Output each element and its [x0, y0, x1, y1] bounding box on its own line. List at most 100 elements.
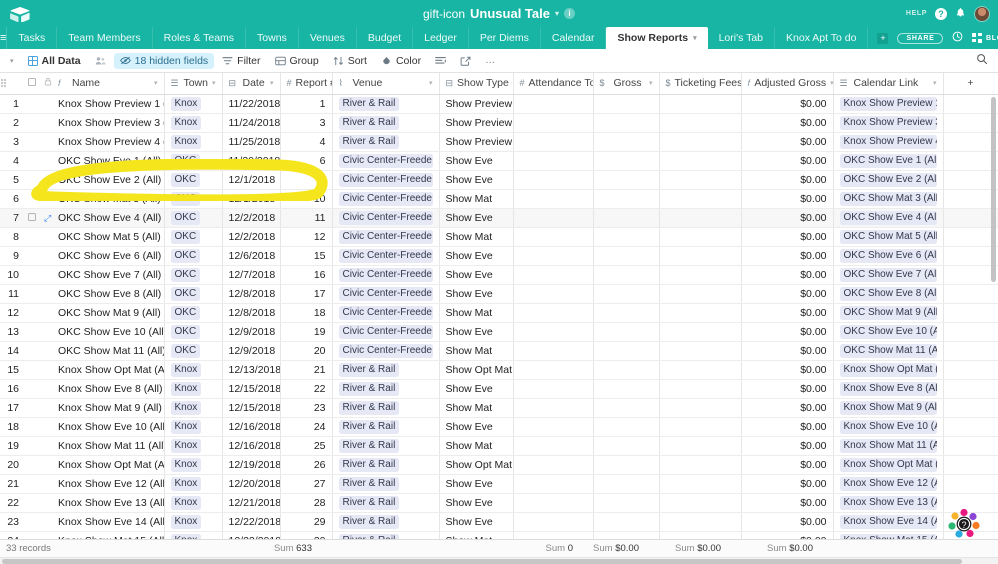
select-all-checkbox[interactable]: [22, 73, 38, 95]
cell-gross[interactable]: [593, 265, 660, 285]
cell-town[interactable]: Knox: [164, 493, 223, 513]
tab-towns[interactable]: Towns: [246, 27, 299, 49]
cell-venue[interactable]: River & Rail: [332, 474, 440, 494]
cell-gross[interactable]: [593, 531, 660, 539]
cell-calendar-link[interactable]: Knox Show Eve 14 (All): [833, 512, 944, 532]
chevron-down-icon[interactable]: ▾: [933, 79, 937, 87]
cell-calendar-link[interactable]: OKC Show Eve 2 (All): [833, 170, 944, 190]
cell-attendance[interactable]: [513, 170, 594, 190]
cell-town[interactable]: Knox: [164, 455, 223, 475]
cell-report-number[interactable]: 26: [280, 455, 333, 475]
cell-report-number[interactable]: 3: [280, 113, 333, 133]
group-button[interactable]: Group: [269, 53, 325, 69]
color-button[interactable]: Color: [375, 53, 427, 69]
cell-ticketing-fees[interactable]: [659, 398, 742, 418]
tab-loris-tab[interactable]: Lori's Tab: [708, 27, 776, 49]
expand-record-button[interactable]: [38, 113, 52, 133]
checkbox-icon[interactable]: [28, 212, 36, 221]
cell-show-type[interactable]: Show Eve: [439, 512, 514, 532]
cell-date[interactable]: 12/7/2018: [222, 265, 281, 285]
cell-ticketing-fees[interactable]: [659, 227, 742, 247]
cell-gross[interactable]: [593, 208, 660, 228]
tab-calendar[interactable]: Calendar: [541, 27, 607, 49]
tab-knox-apt-to-do[interactable]: Knox Apt To do: [775, 27, 869, 49]
cell-ticketing-fees[interactable]: [659, 208, 742, 228]
cell-venue[interactable]: Civic Center-Freede Little C: [332, 227, 440, 247]
footer-report-summary[interactable]: Sum 633: [268, 543, 320, 554]
cell-gross[interactable]: [593, 436, 660, 456]
help-bubble-icon[interactable]: ?: [942, 502, 986, 546]
collapse-sidebar-icon[interactable]: ▾: [6, 57, 20, 65]
cell-date[interactable]: 12/8/2018: [222, 284, 281, 304]
tables-menu-icon[interactable]: ≡: [0, 27, 8, 49]
cell-attendance[interactable]: [513, 360, 594, 380]
tab-show-reports[interactable]: Show Reports ▾: [606, 27, 708, 49]
sort-button[interactable]: Sort: [327, 53, 373, 69]
expand-record-button[interactable]: [38, 398, 52, 418]
expand-record-button[interactable]: [38, 265, 52, 285]
records-grid[interactable]: 𝑓Name▾ ☰Town▾ ⊟Date▾ #Report #▾ ⌇Venue▾ …: [0, 73, 998, 539]
cell-town[interactable]: OKC: [164, 322, 223, 342]
cell-gross[interactable]: [593, 170, 660, 190]
cell-calendar-link[interactable]: Knox Show Mat 9 (All): [833, 398, 944, 418]
cell-calendar-link[interactable]: Knox Show Eve 13 (All): [833, 493, 944, 513]
cell-attendance[interactable]: [513, 265, 594, 285]
expand-record-button[interactable]: [38, 151, 52, 171]
cell-town[interactable]: OKC: [164, 303, 223, 323]
cell-gross[interactable]: [593, 398, 660, 418]
cell-gross[interactable]: [593, 189, 660, 209]
cell-report-number[interactable]: 28: [280, 493, 333, 513]
cell-date[interactable]: 12/9/2018: [222, 322, 281, 342]
row-checkbox[interactable]: [22, 132, 38, 152]
cell-venue[interactable]: River & Rail: [332, 455, 440, 475]
cell-attendance[interactable]: [513, 189, 594, 209]
footer-ticketing-summary[interactable]: Sum $0.00: [647, 543, 729, 554]
cell-date[interactable]: 12/15/2018: [222, 398, 281, 418]
cell-show-type[interactable]: Show Mat: [439, 189, 514, 209]
notifications-bell-icon[interactable]: [955, 7, 966, 21]
cell-ticketing-fees[interactable]: [659, 151, 742, 171]
cell-report-number[interactable]: 21: [280, 360, 333, 380]
cell-attendance[interactable]: [513, 379, 594, 399]
expand-record-button[interactable]: [38, 284, 52, 304]
cell-calendar-link[interactable]: Knox Show Opt Mat (All): [833, 360, 944, 380]
row-checkbox[interactable]: [22, 265, 38, 285]
filter-button[interactable]: Filter: [216, 53, 266, 69]
info-icon[interactable]: i: [564, 8, 575, 19]
cell-ticketing-fees[interactable]: [659, 189, 742, 209]
cell-venue[interactable]: River & Rail: [332, 436, 440, 456]
chevron-down-icon[interactable]: ▾: [154, 79, 158, 87]
table-row[interactable]: 22 Knox Show Eve 13 (All) Knox 12/21/2018 28…: [0, 493, 998, 513]
cell-date[interactable]: 12/2/2018: [222, 227, 281, 247]
table-row[interactable]: 1 Knox Show Preview 1 (All) Knox 11/22/2018…: [0, 94, 998, 114]
cell-attendance[interactable]: [513, 436, 594, 456]
cell-town[interactable]: Knox: [164, 512, 223, 532]
row-checkbox[interactable]: [22, 246, 38, 266]
cell-venue[interactable]: River & Rail: [332, 512, 440, 532]
cell-name[interactable]: OKC Show Eve 2 (All): [52, 170, 165, 190]
table-row[interactable]: 5 OKC Show Eve 2 (All) OKC 12/1/2018 7 Civic …: [0, 170, 998, 190]
table-row[interactable]: 2 Knox Show Preview 3 (All) Knox 11/24/2018…: [0, 113, 998, 133]
table-row[interactable]: 15 Knox Show Opt Mat (All) Knox 12/13/2018 2…: [0, 360, 998, 380]
row-checkbox[interactable]: [22, 436, 38, 456]
cell-name[interactable]: Knox Show Opt Mat (All): [52, 360, 165, 380]
cell-ticketing-fees[interactable]: [659, 474, 742, 494]
expand-record-button[interactable]: [38, 246, 52, 266]
header-report-number[interactable]: #Report #▾: [280, 73, 333, 95]
cell-gross[interactable]: [593, 493, 660, 513]
cell-attendance[interactable]: [513, 493, 594, 513]
share-button[interactable]: SHARE: [897, 32, 944, 44]
chevron-down-icon[interactable]: ▾: [270, 79, 274, 87]
cell-attendance[interactable]: [513, 246, 594, 266]
search-icon[interactable]: [976, 53, 992, 68]
collaborators-icon[interactable]: [89, 54, 112, 68]
cell-date[interactable]: 11/22/2018: [222, 94, 281, 114]
cell-town[interactable]: OKC: [164, 341, 223, 361]
base-title[interactable]: Unusual Tale: [470, 6, 550, 21]
expand-record-button[interactable]: [38, 360, 52, 380]
cell-gross[interactable]: [593, 284, 660, 304]
cell-calendar-link[interactable]: Knox Show Eve 12 (All): [833, 474, 944, 494]
table-row[interactable]: 23 Knox Show Eve 14 (All) Knox 12/22/2018 29…: [0, 512, 998, 532]
cell-show-type[interactable]: Show Preview: [439, 113, 514, 133]
row-checkbox[interactable]: [22, 151, 38, 171]
